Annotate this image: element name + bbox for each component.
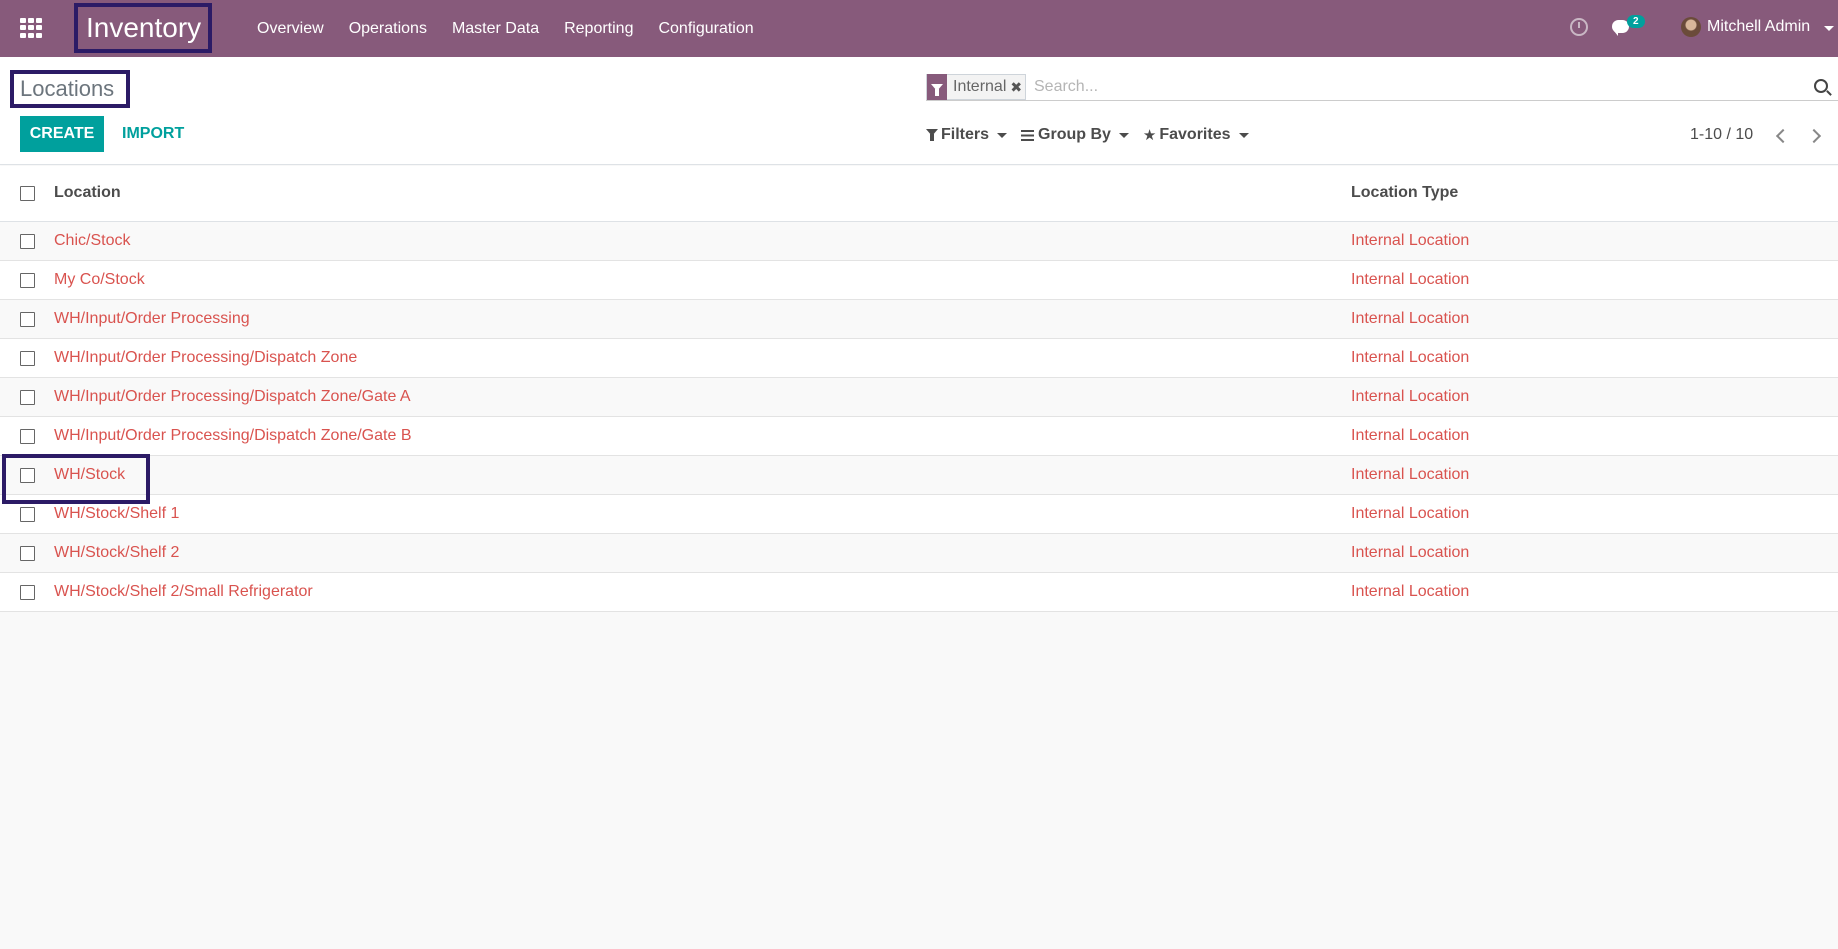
select-all-checkbox[interactable] bbox=[20, 186, 35, 201]
list-body: Chic/Stock Internal Location My Co/Stock… bbox=[0, 222, 1838, 612]
locations-list: Location Location Type Chic/Stock Intern… bbox=[0, 166, 1838, 612]
list-header: Location Location Type bbox=[0, 166, 1838, 222]
create-button[interactable]: CREATE bbox=[20, 116, 104, 152]
breadcrumb: Locations bbox=[10, 70, 130, 108]
caret-down-icon bbox=[1118, 132, 1129, 138]
location-name[interactable]: WH/Stock/Shelf 1 bbox=[54, 505, 179, 523]
table-row[interactable]: My Co/Stock Internal Location bbox=[0, 261, 1838, 300]
location-name[interactable]: WH/Stock/Shelf 2/Small Refrigerator bbox=[54, 583, 313, 601]
pager-next-icon[interactable] bbox=[1809, 129, 1821, 141]
row-checkbox[interactable] bbox=[20, 585, 35, 600]
location-type: Internal Location bbox=[1351, 349, 1470, 366]
location-type: Internal Location bbox=[1351, 427, 1470, 444]
pager-value[interactable]: 1-10 / 10 bbox=[1690, 126, 1753, 144]
pager-previous-icon[interactable] bbox=[1775, 129, 1787, 141]
row-checkbox[interactable] bbox=[20, 468, 35, 483]
row-checkbox[interactable] bbox=[20, 351, 35, 366]
search-options: Filters Group By ★ Favorites bbox=[926, 123, 1263, 147]
table-row[interactable]: WH/Stock/Shelf 1 Internal Location bbox=[0, 495, 1838, 534]
activity-clock-icon[interactable] bbox=[1570, 18, 1588, 36]
main-menu: Overview Operations Master Data Reportin… bbox=[257, 0, 779, 57]
location-name[interactable]: WH/Input/Order Processing/Dispatch Zone/… bbox=[54, 388, 411, 406]
row-checkbox[interactable] bbox=[20, 234, 35, 249]
favorites-label: Favorites bbox=[1159, 126, 1231, 143]
apps-menu-icon[interactable] bbox=[20, 18, 42, 38]
row-checkbox[interactable] bbox=[20, 546, 35, 561]
table-row[interactable]: WH/Input/Order Processing/Dispatch Zone/… bbox=[0, 417, 1838, 456]
column-header-location[interactable]: Location bbox=[54, 184, 121, 202]
location-type: Internal Location bbox=[1351, 466, 1470, 483]
menu-overview[interactable]: Overview bbox=[257, 20, 324, 38]
top-navbar: Inventory Overview Operations Master Dat… bbox=[0, 0, 1838, 57]
location-type: Internal Location bbox=[1351, 388, 1470, 405]
star-icon: ★ bbox=[1142, 127, 1157, 144]
table-row[interactable]: WH/Stock/Shelf 2 Internal Location bbox=[0, 534, 1838, 573]
caret-down-icon bbox=[1238, 132, 1249, 138]
row-checkbox[interactable] bbox=[20, 429, 35, 444]
location-name[interactable]: WH/Stock bbox=[54, 466, 125, 484]
location-type: Internal Location bbox=[1351, 505, 1470, 522]
table-row[interactable]: WH/Input/Order Processing Internal Locat… bbox=[0, 300, 1838, 339]
search-icon[interactable] bbox=[1814, 79, 1828, 93]
location-name[interactable]: WH/Input/Order Processing/Dispatch Zone/… bbox=[54, 427, 411, 445]
favorites-dropdown[interactable]: ★ Favorites bbox=[1143, 126, 1249, 144]
location-type: Internal Location bbox=[1351, 583, 1470, 600]
menu-configuration[interactable]: Configuration bbox=[658, 20, 753, 38]
user-caret-down-icon[interactable] bbox=[1824, 26, 1834, 31]
row-checkbox[interactable] bbox=[20, 273, 35, 288]
groupby-label: Group By bbox=[1038, 126, 1111, 143]
search-input[interactable] bbox=[1034, 75, 1804, 99]
table-row[interactable]: Chic/Stock Internal Location bbox=[0, 222, 1838, 261]
facet-label: Internal bbox=[953, 78, 1007, 95]
table-row[interactable]: WH/Input/Order Processing/Dispatch Zone/… bbox=[0, 378, 1838, 417]
caret-down-icon bbox=[997, 132, 1008, 138]
table-row[interactable]: WH/Input/Order Processing/Dispatch Zone … bbox=[0, 339, 1838, 378]
menu-master-data[interactable]: Master Data bbox=[452, 20, 539, 38]
row-checkbox[interactable] bbox=[20, 312, 35, 327]
location-name[interactable]: WH/Stock/Shelf 2 bbox=[54, 544, 179, 562]
chat-count-badge: 2 bbox=[1627, 15, 1645, 28]
row-checkbox[interactable] bbox=[20, 390, 35, 405]
search-bar: Internal ✖ bbox=[926, 73, 1838, 101]
location-name[interactable]: My Co/Stock bbox=[54, 271, 145, 289]
column-header-location-type[interactable]: Location Type bbox=[1351, 184, 1458, 202]
location-type: Internal Location bbox=[1351, 232, 1470, 249]
location-name[interactable]: WH/Input/Order Processing bbox=[54, 310, 250, 328]
import-button[interactable]: IMPORT bbox=[116, 116, 190, 152]
location-name[interactable]: WH/Input/Order Processing/Dispatch Zone bbox=[54, 349, 357, 367]
menu-operations[interactable]: Operations bbox=[349, 20, 427, 38]
location-type: Internal Location bbox=[1351, 310, 1470, 327]
groupby-dropdown[interactable]: Group By bbox=[1021, 126, 1129, 144]
user-avatar[interactable] bbox=[1681, 17, 1701, 37]
row-checkbox[interactable] bbox=[20, 507, 35, 522]
user-menu-name[interactable]: Mitchell Admin bbox=[1707, 18, 1810, 36]
control-panel: Locations Internal ✖ CREATE IMPORT Filte… bbox=[0, 57, 1838, 165]
filters-dropdown[interactable]: Filters bbox=[926, 126, 1008, 144]
list-bars-icon bbox=[1021, 129, 1035, 141]
location-type: Internal Location bbox=[1351, 544, 1470, 561]
location-name[interactable]: Chic/Stock bbox=[54, 232, 130, 250]
table-row[interactable]: WH/Stock Internal Location bbox=[0, 454, 1838, 504]
app-brand[interactable]: Inventory bbox=[74, 3, 212, 53]
menu-reporting[interactable]: Reporting bbox=[564, 20, 633, 38]
location-type: Internal Location bbox=[1351, 271, 1470, 288]
filter-facet-icon bbox=[927, 74, 947, 100]
filter-icon bbox=[926, 129, 938, 141]
filters-label: Filters bbox=[941, 126, 990, 143]
pager: 1-10 / 10 bbox=[1690, 123, 1821, 147]
search-facet: Internal ✖ bbox=[926, 74, 1027, 100]
facet-remove-icon[interactable]: ✖ bbox=[1010, 79, 1025, 96]
table-row[interactable]: WH/Stock/Shelf 2/Small Refrigerator Inte… bbox=[0, 573, 1838, 612]
